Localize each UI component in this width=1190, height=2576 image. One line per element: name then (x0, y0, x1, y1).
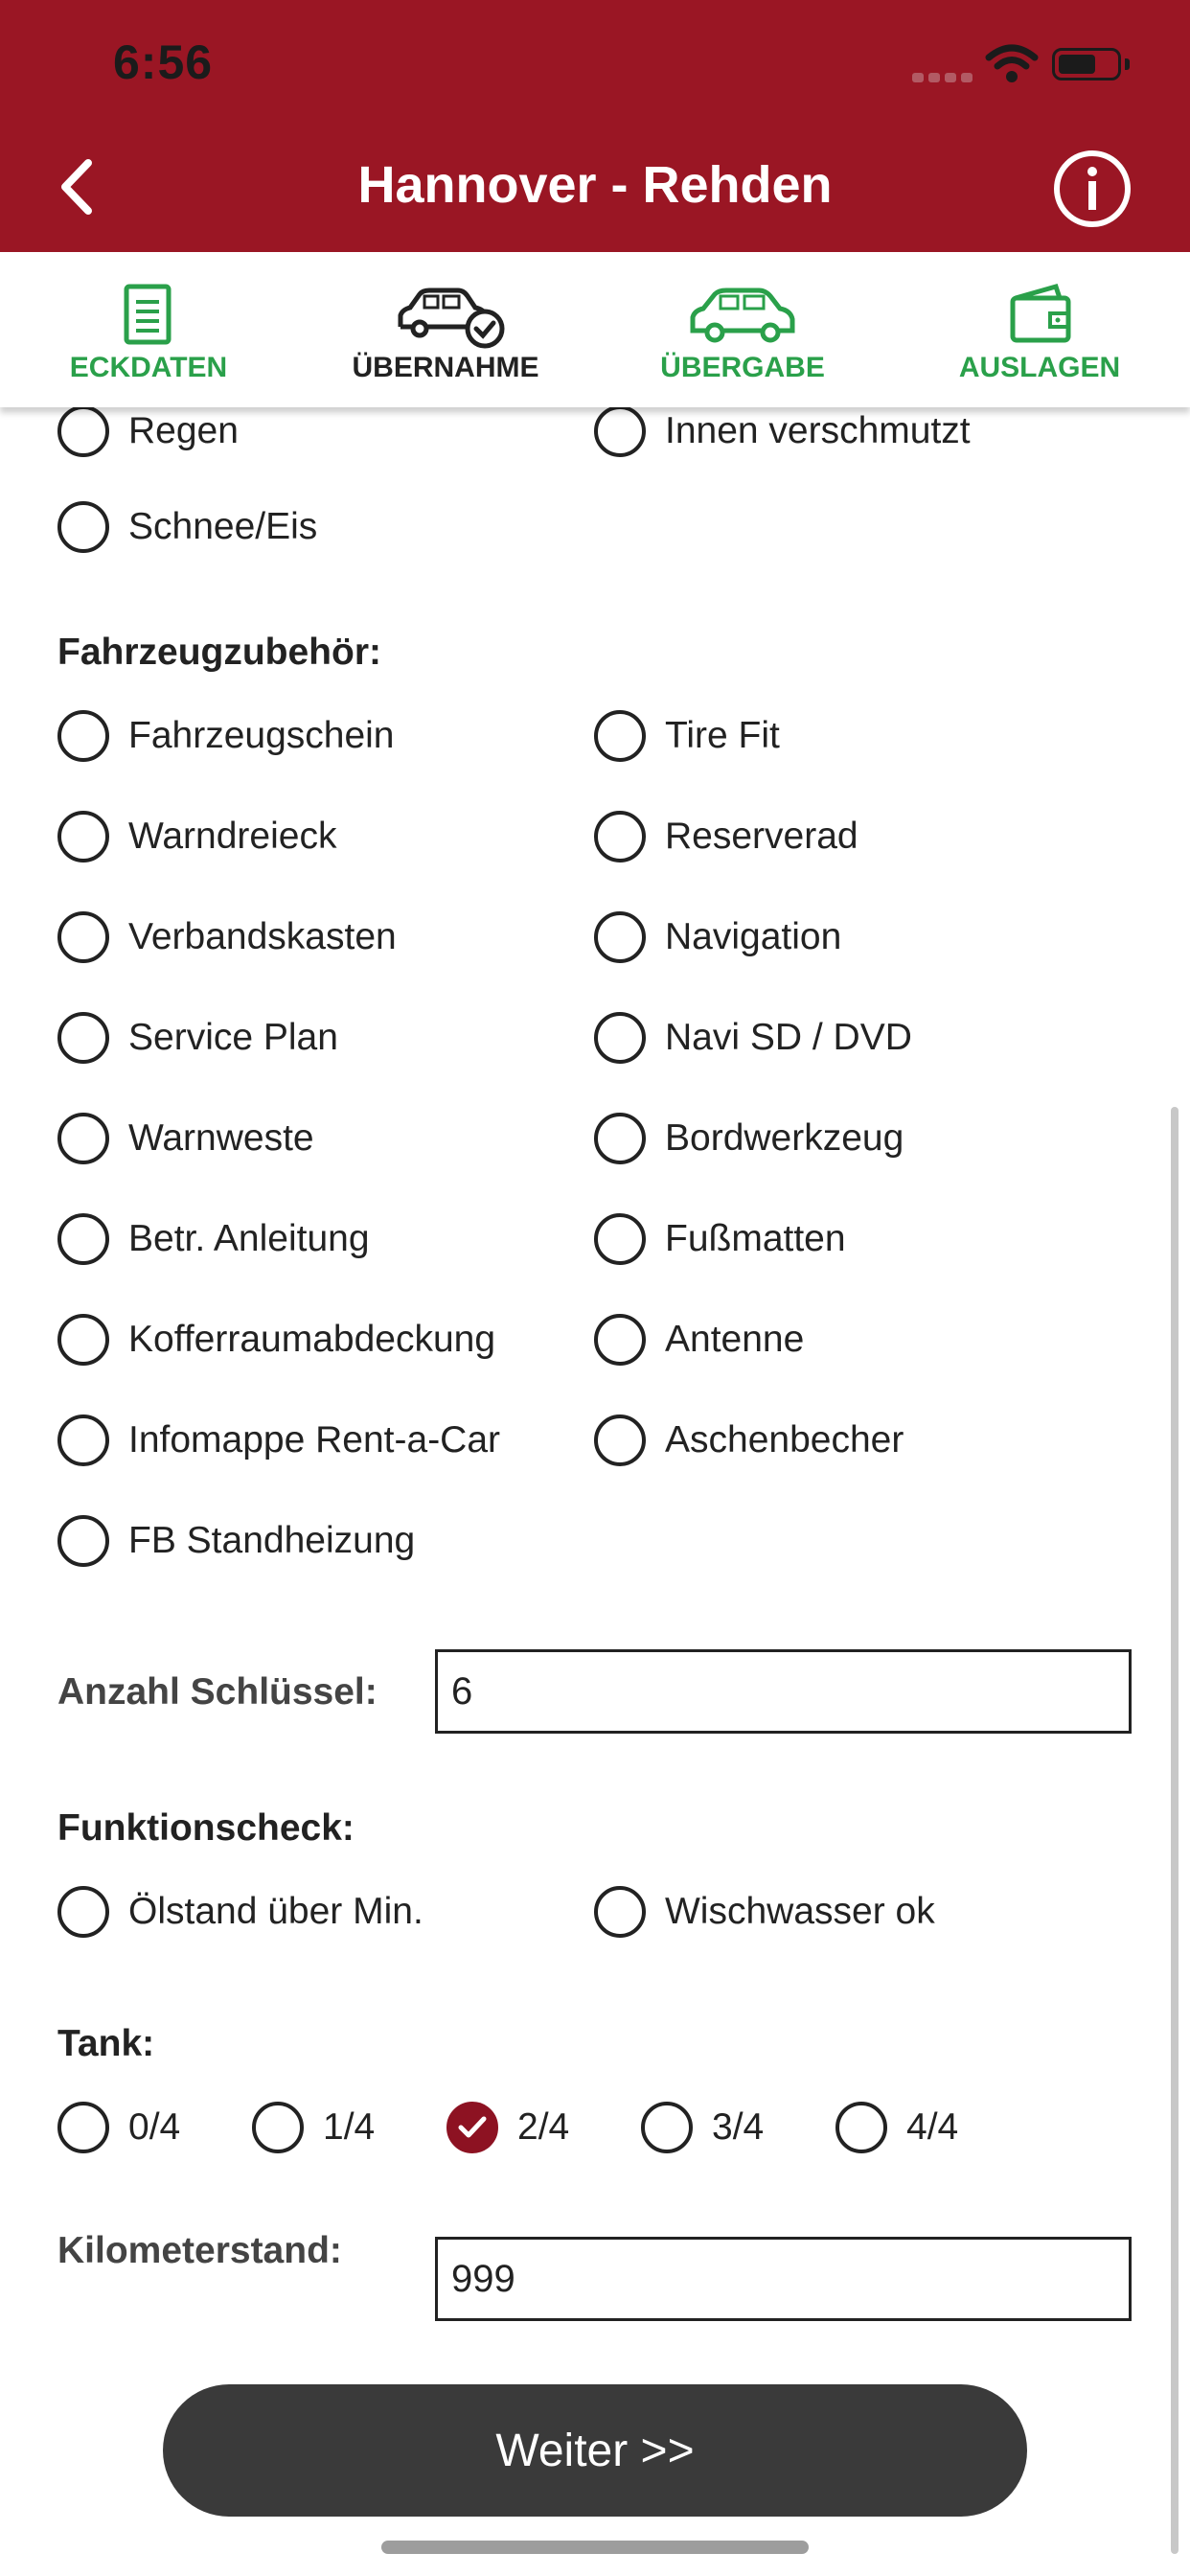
option-verbandskasten[interactable]: Verbandskasten (57, 907, 397, 968)
mileage-input[interactable]: 999 (435, 2237, 1132, 2321)
option-navigation[interactable]: Navigation (594, 907, 841, 968)
mileage-label: Kilometerstand: (57, 2230, 342, 2271)
tab-uebergabe[interactable]: ÜBERGABE (594, 252, 891, 407)
radio-button-checked[interactable] (446, 2102, 498, 2153)
option-fussmatten[interactable]: Fußmatten (594, 1208, 846, 1270)
tank-option-0-4[interactable]: 0/4 (57, 2097, 180, 2158)
option-schnee-eis[interactable]: Schnee/Eis (57, 496, 317, 558)
next-button[interactable]: Weiter >> (163, 2384, 1027, 2517)
wifi-icon (985, 44, 1039, 82)
option-navi-sd-dvd[interactable]: Navi SD / DVD (594, 1007, 912, 1069)
header-bar: 6:56 Hannover - Rehden (0, 0, 1190, 252)
status-time: 6:56 (113, 35, 214, 89)
accessories-title: Fahrzeugzubehör: (57, 632, 381, 673)
cellular-signal-icon (912, 73, 973, 82)
car-check-icon (398, 288, 505, 349)
option-wischwasser[interactable]: Wischwasser ok (594, 1881, 935, 1943)
checkmark-icon (458, 2116, 487, 2138)
car-icon (690, 288, 795, 343)
keys-label: Anzahl Schlüssel: (57, 1671, 378, 1713)
option-regen[interactable]: Regen (57, 407, 239, 462)
radio-button[interactable] (252, 2102, 304, 2153)
radio-button[interactable] (57, 1314, 109, 1366)
keys-input[interactable]: 6 (435, 1649, 1132, 1734)
tab-eckdaten[interactable]: ECKDATEN (0, 252, 297, 407)
radio-button[interactable] (57, 407, 109, 457)
radio-button[interactable] (835, 2102, 887, 2153)
wallet-icon (1010, 283, 1071, 343)
option-antenne[interactable]: Antenne (594, 1309, 804, 1370)
tab-bar: ECKDATEN ÜBERNAHME ÜBERGABE AUSLAGEN (0, 252, 1190, 407)
radio-button[interactable] (57, 1515, 109, 1567)
tank-option-4-4[interactable]: 4/4 (835, 2097, 958, 2158)
option-reserverad[interactable]: Reserverad (594, 806, 858, 867)
option-infomappe[interactable]: Infomappe Rent-a-Car (57, 1410, 500, 1471)
radio-button[interactable] (57, 710, 109, 762)
option-oelstand[interactable]: Ölstand über Min. (57, 1881, 423, 1943)
status-icons (912, 42, 1133, 84)
radio-button[interactable] (57, 911, 109, 963)
radio-button[interactable] (594, 407, 646, 457)
tab-eckdaten-label: ECKDATEN (69, 352, 228, 383)
radio-button[interactable] (594, 1414, 646, 1466)
radio-button[interactable] (57, 1012, 109, 1064)
tab-auslagen-label: AUSLAGEN (958, 352, 1121, 383)
tab-uebernahme[interactable]: ÜBERNAHME (297, 252, 594, 407)
radio-button[interactable] (594, 1314, 646, 1366)
radio-button[interactable] (594, 1886, 646, 1938)
radio-button[interactable] (594, 811, 646, 862)
home-indicator[interactable] (381, 2541, 809, 2554)
option-bordwerkzeug[interactable]: Bordwerkzeug (594, 1108, 904, 1169)
radio-button[interactable] (57, 811, 109, 862)
page-title: Hannover - Rehden (357, 156, 833, 214)
option-innen-verschmutzt[interactable]: Innen verschmutzt (594, 407, 971, 462)
option-kofferraumabdeckung[interactable]: Kofferraumabdeckung (57, 1309, 495, 1370)
document-icon (124, 284, 172, 345)
radio-button[interactable] (594, 1113, 646, 1164)
tank-option-2-4[interactable]: 2/4 (446, 2097, 569, 2158)
option-aschenbecher[interactable]: Aschenbecher (594, 1410, 904, 1471)
tank-option-1-4[interactable]: 1/4 (252, 2097, 375, 2158)
form-content[interactable]: Regen Innen verschmutzt Schnee/Eis Fahrz… (0, 407, 1190, 2576)
radio-button[interactable] (641, 2102, 693, 2153)
tab-uebergabe-label: ÜBERGABE (660, 352, 825, 383)
radio-button[interactable] (57, 501, 109, 553)
tab-uebernahme-label: ÜBERNAHME (352, 352, 539, 383)
scrollbar[interactable] (1171, 1107, 1179, 2554)
tank-option-3-4[interactable]: 3/4 (641, 2097, 764, 2158)
option-betr-anleitung[interactable]: Betr. Anleitung (57, 1208, 370, 1270)
tank-title: Tank: (57, 2023, 155, 2064)
option-service-plan[interactable]: Service Plan (57, 1007, 338, 1069)
radio-button[interactable] (57, 1213, 109, 1265)
battery-icon (1052, 48, 1121, 80)
radio-button[interactable] (57, 1414, 109, 1466)
function-check-title: Funktionscheck: (57, 1807, 355, 1849)
radio-button[interactable] (594, 1012, 646, 1064)
option-warnweste[interactable]: Warnweste (57, 1108, 314, 1169)
option-fb-standheizung[interactable]: FB Standheizung (57, 1510, 415, 1572)
option-fahrzeugschein[interactable]: Fahrzeugschein (57, 705, 395, 767)
option-warndreieck[interactable]: Warndreieck (57, 806, 336, 867)
radio-button[interactable] (57, 2102, 109, 2153)
tab-auslagen[interactable]: AUSLAGEN (891, 252, 1188, 407)
info-icon[interactable] (1052, 149, 1133, 229)
radio-button[interactable] (57, 1886, 109, 1938)
option-tire-fit[interactable]: Tire Fit (594, 705, 780, 767)
radio-button[interactable] (57, 1113, 109, 1164)
radio-button[interactable] (594, 911, 646, 963)
radio-button[interactable] (594, 1213, 646, 1265)
radio-button[interactable] (594, 710, 646, 762)
